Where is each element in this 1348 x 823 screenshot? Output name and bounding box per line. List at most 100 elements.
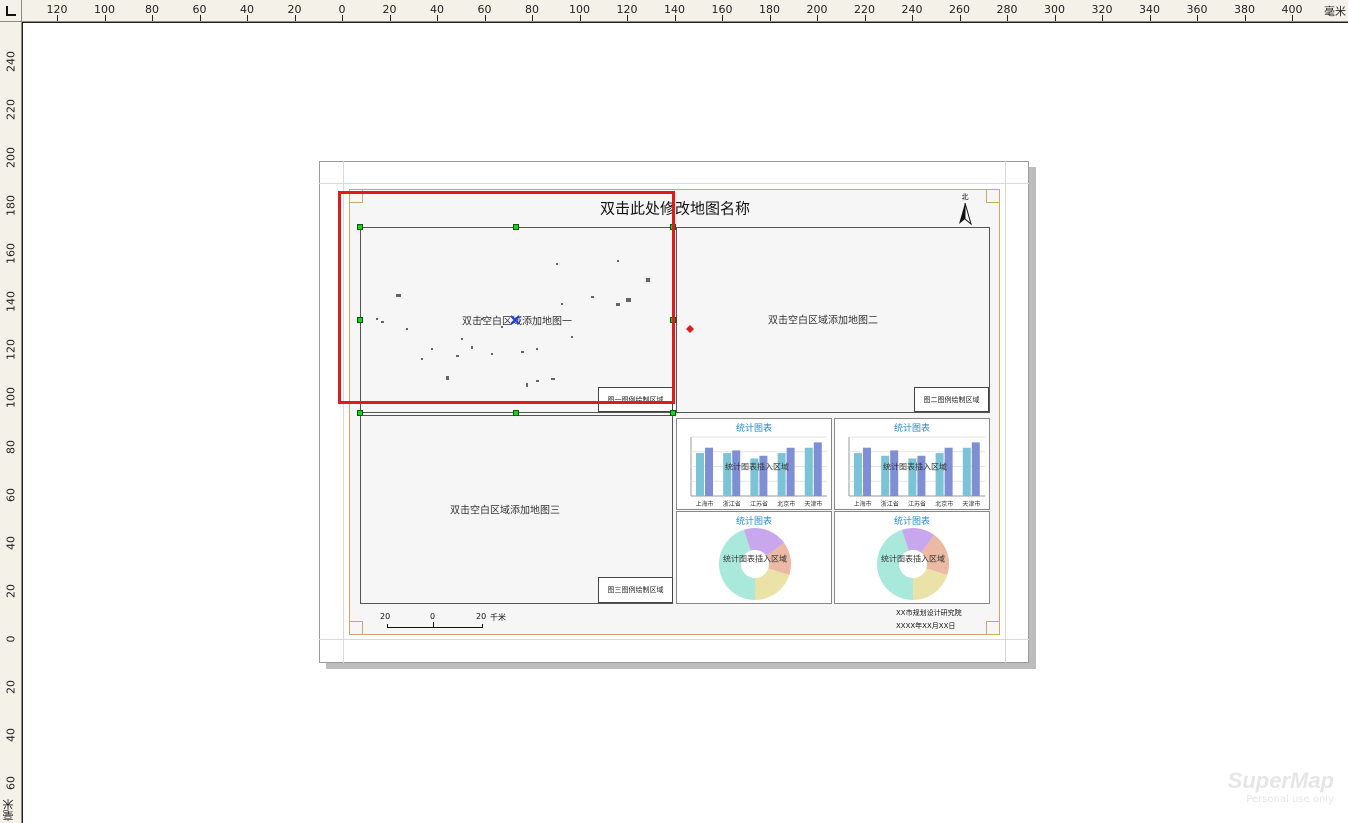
x-tick-label: 北京市	[777, 500, 795, 508]
ruler-label: 40	[4, 728, 18, 742]
bar	[935, 453, 944, 496]
x-tick-label: 江苏省	[750, 500, 768, 508]
ruler-label: 20	[4, 680, 18, 694]
ruler-tick	[532, 15, 533, 21]
bar	[971, 442, 980, 496]
bar	[804, 447, 813, 496]
frame-corner-ornament	[349, 621, 363, 635]
north-arrow-icon	[959, 202, 972, 226]
scale-left-label: 20	[380, 612, 391, 621]
chart-placeholder-1: 统计图表插入区域	[725, 462, 789, 472]
x-tick-label: 浙江省	[723, 500, 741, 508]
ruler-tick	[722, 15, 723, 21]
map-area-2[interactable]: 双击空白区域添加地图二 图二图例绘制区域	[676, 227, 990, 413]
ruler-tick	[1102, 15, 1103, 21]
bar	[854, 453, 862, 496]
horizontal-ruler: 120 100 80 60 40 20 0 20 40 60 80 100 120 140 160 180 20…	[0, 0, 1348, 22]
ruler-unit-v: 毫米	[2, 799, 15, 821]
bar	[696, 453, 704, 496]
ruler-tick	[769, 15, 771, 21]
map-area-3[interactable]: 双击空白区域添加地图三 图三图例绘制区域	[360, 415, 673, 604]
north-label: 北	[961, 193, 969, 201]
ruler-tick	[1292, 15, 1293, 21]
north-arrow[interactable]: 北	[957, 192, 973, 226]
ruler-tick	[1244, 15, 1246, 21]
frame-corner-ornament	[986, 621, 1000, 635]
ruler-label: 160	[4, 243, 18, 264]
ruler-label: 140	[4, 291, 18, 312]
date-text[interactable]: XXXX年XX月XX日	[896, 621, 955, 631]
ruler-corner[interactable]	[0, 0, 22, 22]
ruler-label: 180	[4, 195, 18, 216]
scale-unit-label: 千米	[490, 613, 506, 622]
ruler-tick	[1054, 15, 1056, 21]
ruler-tick	[247, 15, 248, 21]
map2-placeholder-text: 双击空白区域添加地图二	[768, 315, 878, 327]
ruler-tick	[959, 15, 961, 21]
ruler-label: 20	[4, 584, 18, 598]
x-tick-label: 浙江省	[881, 500, 899, 508]
bar	[962, 447, 971, 496]
ruler-label: 80	[4, 440, 18, 454]
bar	[723, 453, 732, 496]
chart-box-3[interactable]: 统计图表 统计图表插入区域	[676, 511, 832, 604]
x-tick-label: 天津市	[962, 500, 980, 508]
scale-bar-line	[387, 624, 483, 628]
org-text[interactable]: XX市规划设计研究院	[896, 608, 962, 618]
ruler-tick	[104, 15, 106, 21]
x-tick-label: 上海市	[854, 500, 872, 508]
chart-placeholder-2: 统计图表插入区域	[883, 462, 947, 472]
ruler-label: 120	[4, 339, 18, 360]
ruler-tick	[57, 15, 58, 21]
ruler-label: 200	[4, 147, 18, 168]
ruler-label: 60	[4, 488, 18, 502]
margin-guide	[319, 639, 1029, 640]
ruler-label: 100	[4, 387, 18, 408]
ruler-label: 220	[4, 99, 18, 120]
x-tick-label: 天津市	[804, 500, 822, 508]
rotation-handle-icon[interactable]	[686, 325, 694, 333]
ruler-tick	[817, 15, 818, 21]
watermark: SuperMap Personal use only	[1228, 768, 1334, 805]
bar	[705, 447, 713, 496]
x-tick-label: 江苏省	[908, 500, 926, 508]
map2-legend-area[interactable]: 图二图例绘制区域	[914, 387, 989, 412]
resize-handle-bottom-right[interactable]	[670, 410, 676, 416]
chart-placeholder-4: 统计图表插入区域	[881, 554, 945, 564]
bar	[813, 442, 822, 496]
ruler-tick	[912, 15, 913, 21]
ruler-tick	[199, 15, 201, 21]
margin-guide	[319, 183, 1029, 184]
ruler-tick	[437, 15, 438, 21]
map3-placeholder-text: 双击空白区域添加地图三	[450, 505, 560, 517]
resize-handle-bottom[interactable]	[513, 410, 519, 416]
ruler-label: 240	[4, 51, 18, 72]
resize-handle-bottom-left[interactable]	[357, 410, 363, 416]
vertical-ruler: 240 220 200 180 160 140 120 100 80 60 40 20 0 20 40 60	[0, 22, 22, 823]
ruler-tick	[579, 15, 581, 21]
chart-box-1[interactable]: 统计图表 上海市 浙江省 江苏省 北京市 天津市 统计图表插入区域	[676, 418, 832, 510]
bar	[732, 450, 741, 496]
x-tick-label: 北京市	[935, 500, 953, 508]
ruler-tick	[674, 15, 676, 21]
scale-mid-label: 0	[430, 612, 436, 621]
chart-box-2[interactable]: 统计图表 上海市 浙江省 江苏省 北京市 天津市 统计图表插入区域	[834, 418, 990, 510]
ruler-label: 60	[4, 776, 18, 790]
scale-bar[interactable]: 20 0 20 千米	[378, 610, 518, 632]
x-tick-label: 上海市	[696, 500, 714, 508]
ruler-label: 40	[4, 536, 18, 550]
bar	[890, 450, 899, 496]
bar	[863, 447, 871, 496]
ruler-tick	[1149, 15, 1151, 21]
watermark-brand: SuperMap	[1227, 768, 1334, 793]
watermark-sub: Personal use only	[1246, 794, 1334, 805]
ruler-tick	[1197, 15, 1198, 21]
bar	[777, 453, 786, 496]
margin-guide	[1005, 161, 1006, 663]
chart-box-4[interactable]: 统计图表 统计图表插入区域	[834, 511, 990, 604]
map3-legend-area[interactable]: 图三图例绘制区域	[598, 577, 673, 603]
ruler-unit-h: 毫米	[1324, 5, 1346, 18]
selection-highlight-box	[338, 191, 675, 404]
ruler-tick	[152, 15, 153, 21]
chart-placeholder-3: 统计图表插入区域	[723, 554, 787, 564]
